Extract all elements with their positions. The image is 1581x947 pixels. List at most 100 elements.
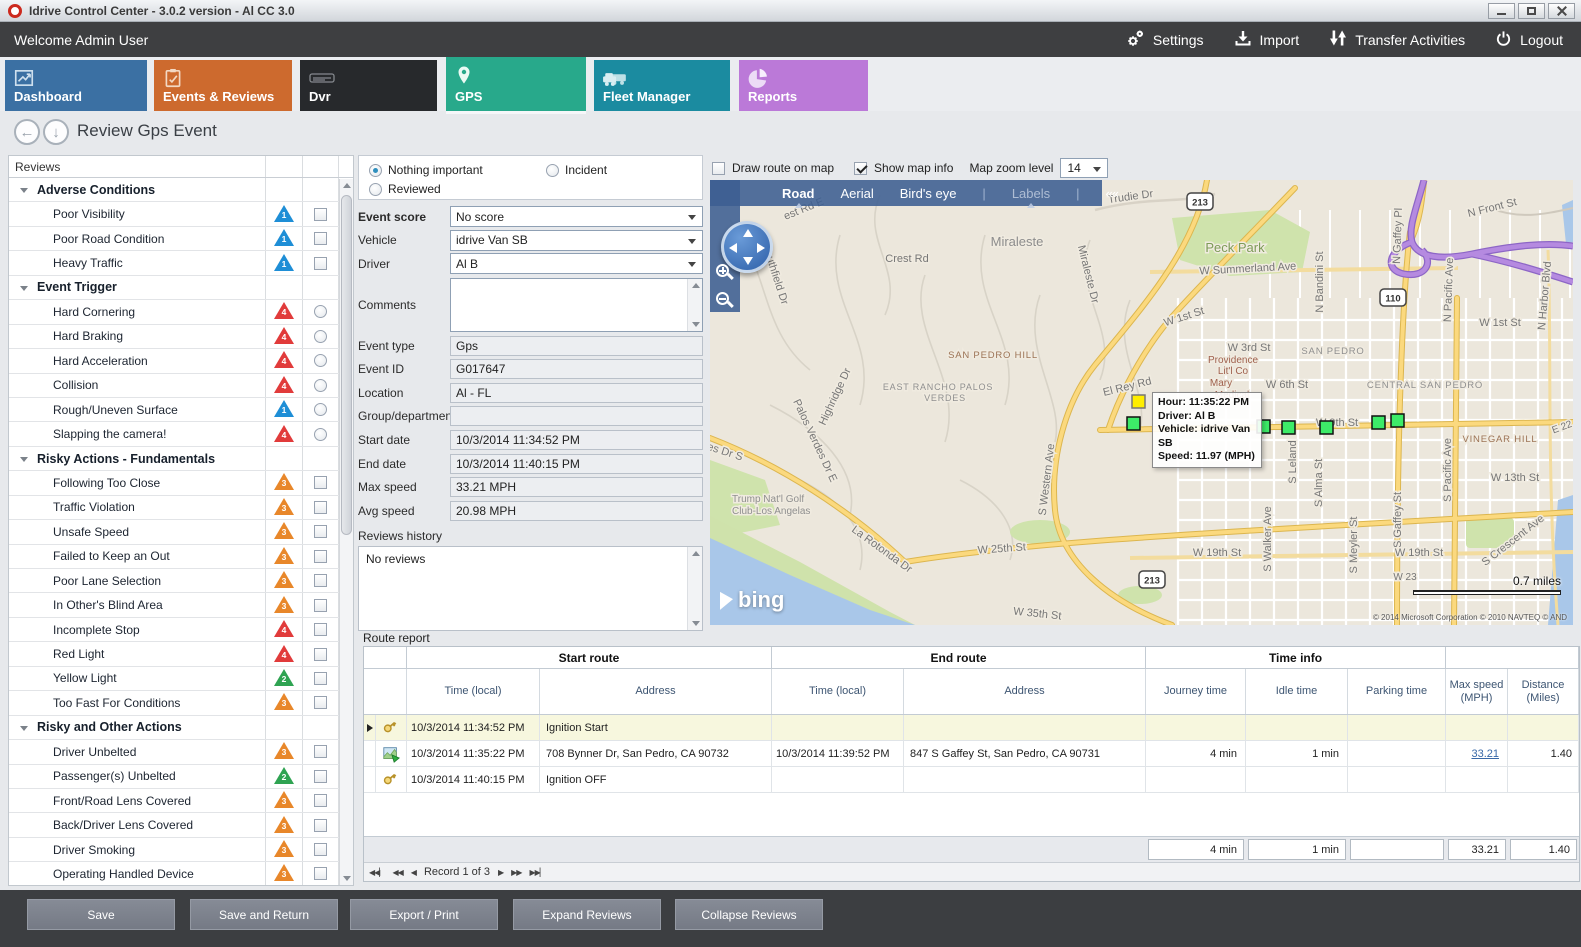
- review-item-checkbox[interactable]: [314, 525, 327, 538]
- review-item-checkbox[interactable]: [314, 672, 327, 685]
- map-view-aerial[interactable]: Aerial: [841, 186, 874, 201]
- collapse-reviews-button[interactable]: Collapse Reviews: [675, 899, 823, 930]
- review-item[interactable]: Hard Braking4: [9, 325, 353, 349]
- max-speed-link[interactable]: 33.21: [1471, 748, 1499, 760]
- review-item[interactable]: Hard Cornering4: [9, 300, 353, 324]
- reviews-history-box[interactable]: No reviews: [358, 546, 703, 631]
- review-item[interactable]: In Other's Blind Area3: [9, 593, 353, 617]
- route-point-marker[interactable]: [1282, 421, 1295, 434]
- review-item-checkbox[interactable]: [314, 476, 327, 489]
- event_score-select[interactable]: No score: [450, 206, 703, 227]
- radio-icon[interactable]: [369, 183, 382, 196]
- scroll-up-icon[interactable]: [343, 183, 351, 188]
- review-item-radio[interactable]: [314, 354, 327, 367]
- tab-events-reviews[interactable]: Events & Reviews: [154, 60, 292, 111]
- nav-settings[interactable]: Settings: [1126, 29, 1204, 51]
- review-item-checkbox[interactable]: [314, 599, 327, 612]
- tab-reports[interactable]: Reports: [739, 60, 868, 111]
- toolbar-collapse-button[interactable]: ««: [1106, 186, 1118, 201]
- pager-next-icon[interactable]: ▶▶▏: [529, 868, 544, 877]
- review-item[interactable]: Driver Unbelted3: [9, 740, 353, 764]
- review-item-checkbox[interactable]: [314, 232, 327, 245]
- collapse-arrow-icon[interactable]: [20, 726, 28, 731]
- pager-next-icon[interactable]: ▶: [498, 868, 503, 877]
- back-button[interactable]: ←: [14, 119, 40, 145]
- save-button[interactable]: Save: [27, 899, 175, 930]
- reviews-scrollbar[interactable]: [339, 179, 353, 885]
- review-category[interactable]: Adverse Conditions: [9, 178, 353, 202]
- save-and-return-button[interactable]: Save and Return: [190, 899, 338, 930]
- review-item[interactable]: Following Too Close3: [9, 471, 353, 495]
- review-item[interactable]: Poor Visibility1: [9, 202, 353, 226]
- route-point-marker[interactable]: [1372, 416, 1385, 429]
- review-item[interactable]: Front/Road Lens Covered3: [9, 789, 353, 813]
- status-radio-nothing-important[interactable]: Nothing important: [369, 163, 483, 177]
- review-item-checkbox[interactable]: [314, 770, 327, 783]
- review-item[interactable]: Passenger(s) Unbelted2: [9, 765, 353, 789]
- review-category[interactable]: Risky Actions - Fundamentals: [9, 447, 353, 471]
- close-button[interactable]: [1548, 3, 1575, 19]
- nav-logout[interactable]: Logout: [1495, 29, 1563, 51]
- tab-dashboard[interactable]: Dashboard: [5, 60, 147, 111]
- selected-point-marker[interactable]: [1132, 395, 1145, 408]
- review-item-checkbox[interactable]: [314, 745, 327, 758]
- review-item-checkbox[interactable]: [314, 696, 327, 709]
- scroll-down-icon[interactable]: [343, 876, 351, 881]
- review-item-checkbox[interactable]: [314, 623, 327, 636]
- review-item[interactable]: Red Light4: [9, 642, 353, 666]
- review-item-radio[interactable]: [314, 428, 327, 441]
- scroll-up-icon[interactable]: [692, 283, 700, 288]
- review-item[interactable]: Slapping the camera!4: [9, 422, 353, 446]
- minimize-button[interactable]: [1488, 3, 1515, 19]
- route-point-marker[interactable]: [1320, 421, 1333, 434]
- collapse-arrow-icon[interactable]: [20, 188, 28, 193]
- review-item[interactable]: Heavy Traffic1: [9, 251, 353, 275]
- review-category[interactable]: Risky and Other Actions: [9, 716, 353, 740]
- review-item[interactable]: Too Fast For Conditions3: [9, 691, 353, 715]
- tab-fleet-manager[interactable]: Fleet Manager: [594, 60, 730, 111]
- pager-next-icon[interactable]: ▶▶: [511, 868, 521, 877]
- review-item-radio[interactable]: [314, 403, 327, 416]
- review-item-checkbox[interactable]: [314, 550, 327, 563]
- scroll-down-icon[interactable]: [692, 322, 700, 327]
- tab-gps[interactable]: GPS: [446, 57, 586, 111]
- map-view-labels[interactable]: Labels: [1012, 186, 1050, 201]
- maximize-button[interactable]: [1518, 3, 1545, 19]
- review-item-checkbox[interactable]: [314, 867, 327, 880]
- comments-textarea[interactable]: [450, 278, 703, 332]
- review-item-checkbox[interactable]: [314, 257, 327, 270]
- review-category[interactable]: Event Trigger: [9, 276, 353, 300]
- review-item[interactable]: Collision4: [9, 374, 353, 398]
- map-view-bird-s-eye[interactable]: Bird's eye: [900, 186, 957, 201]
- route-point-marker[interactable]: [1391, 414, 1404, 427]
- pager-prev-icon[interactable]: ◀◀: [392, 868, 402, 877]
- route-table-row[interactable]: 10/3/2014 11:40:15 PMIgnition OFF: [364, 767, 1579, 793]
- export-print-button[interactable]: Export / Print: [350, 899, 498, 930]
- driver-select[interactable]: Al B: [450, 253, 703, 274]
- map-zoom-out-button[interactable]: [716, 292, 735, 311]
- map-canvas[interactable]: 213110213est Rd ETrudie DrN Front StPeck…: [710, 180, 1573, 625]
- route-table-row[interactable]: 10/3/2014 11:34:52 PMIgnition Start: [364, 715, 1579, 741]
- review-item[interactable]: Hard Acceleration4: [9, 349, 353, 373]
- radio-icon[interactable]: [369, 164, 382, 177]
- review-item-checkbox[interactable]: [314, 843, 327, 856]
- review-item[interactable]: Yellow Light2: [9, 667, 353, 691]
- review-item-checkbox[interactable]: [314, 574, 327, 587]
- collapse-arrow-icon[interactable]: [20, 457, 28, 462]
- show-map-info-checkbox[interactable]: [854, 162, 867, 175]
- review-item-radio[interactable]: [314, 330, 327, 343]
- review-item-checkbox[interactable]: [314, 208, 327, 221]
- nav-import[interactable]: Import: [1234, 29, 1300, 51]
- review-item-checkbox[interactable]: [314, 501, 327, 514]
- review-item[interactable]: Poor Lane Selection3: [9, 569, 353, 593]
- pager-prev-icon[interactable]: ◀◀▏: [369, 868, 384, 877]
- review-item-checkbox[interactable]: [314, 794, 327, 807]
- expand-reviews-button[interactable]: Expand Reviews: [513, 899, 661, 930]
- collapse-arrow-icon[interactable]: [20, 286, 28, 291]
- map-image[interactable]: 213110213est Rd ETrudie DrN Front StPeck…: [710, 180, 1573, 625]
- review-item[interactable]: Rough/Uneven Surface1: [9, 398, 353, 422]
- review-item[interactable]: Failed to Keep an Out3: [9, 545, 353, 569]
- review-item-checkbox[interactable]: [314, 819, 327, 832]
- status-radio-incident[interactable]: Incident: [546, 163, 607, 177]
- review-item-checkbox[interactable]: [314, 648, 327, 661]
